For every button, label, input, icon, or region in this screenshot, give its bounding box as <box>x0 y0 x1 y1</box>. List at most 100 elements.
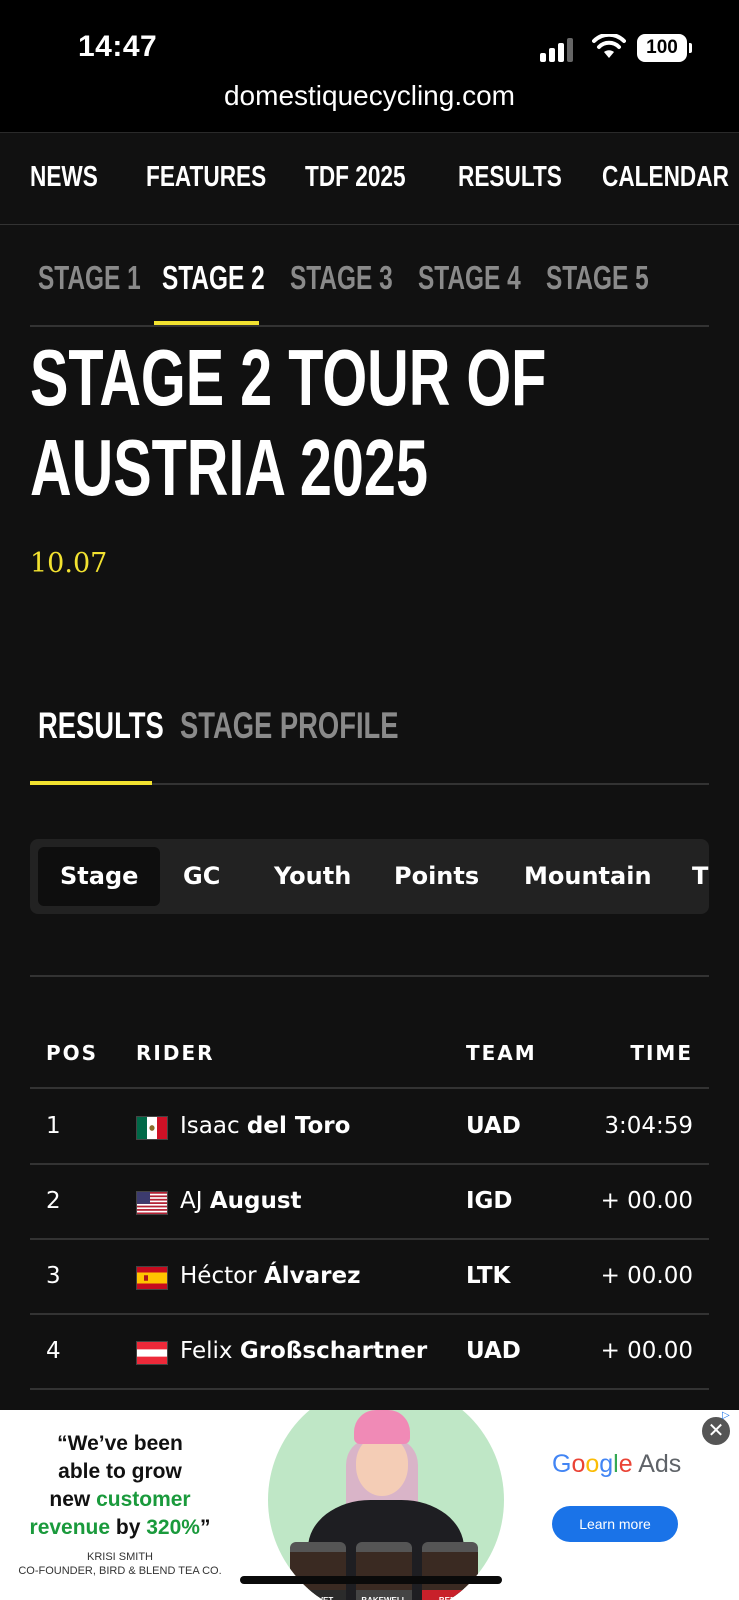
table-row[interactable]: 2 AJ August IGD + 00.00 <box>30 1166 709 1240</box>
jar-label: VELVET <box>290 1590 346 1600</box>
team-code: IGD <box>466 1188 513 1214</box>
ad-quote-line: “We’ve been <box>57 1432 183 1455</box>
usa-flag-icon <box>136 1191 168 1215</box>
rider-name[interactable]: Felix Großschartner <box>180 1338 427 1364</box>
nav-results[interactable]: RESULTS <box>458 161 562 194</box>
page: NEWS FEATURES TDF 2025 RESULTS CALENDAR … <box>0 132 739 1600</box>
header-team: TEAM <box>466 1041 537 1065</box>
team-code: UAD <box>466 1338 521 1364</box>
austria-flag-icon <box>136 1341 168 1365</box>
rider-name[interactable]: Isaac del Toro <box>180 1113 350 1139</box>
rider-first-name: Isaac <box>180 1113 240 1139</box>
rider-time: + 00.00 <box>600 1338 693 1364</box>
clock: 14:47 <box>78 30 158 63</box>
pill-mountain[interactable]: Mountain <box>502 847 674 906</box>
ad-quote-highlight: customer <box>96 1488 191 1511</box>
status-bar: 14:47 100 domestiquecycling.com <box>0 0 739 132</box>
logo-ads-word: Ads <box>632 1450 682 1478</box>
row-pos: 4 <box>46 1338 61 1364</box>
mexico-flag-icon <box>136 1116 168 1140</box>
row-pos: 2 <box>46 1188 61 1214</box>
rider-last-name: Großschartner <box>239 1338 428 1364</box>
row-pos: 1 <box>46 1113 61 1139</box>
tea-jar: BAKEWELL <box>356 1542 412 1600</box>
ad-person-name: KRISI SMITH <box>86 1551 153 1563</box>
classification-pills: Stage GC Youth Points Mountain T <box>30 839 709 914</box>
home-indicator[interactable] <box>240 1576 502 1584</box>
pill-team[interactable]: T <box>670 847 709 906</box>
tab-stage-1[interactable]: STAGE 1 <box>38 259 141 297</box>
learn-more-button[interactable]: Learn more <box>552 1506 678 1542</box>
ad-quote: “We’ve been able to grow new customer re… <box>0 1430 240 1542</box>
ad-photo: VELVET BAKEWELL BEER <box>268 1410 504 1600</box>
ad-quote-line: new <box>49 1488 97 1511</box>
pill-stage[interactable]: Stage <box>38 847 161 906</box>
wifi-icon <box>592 34 626 58</box>
tab-stage-profile[interactable]: STAGE PROFILE <box>180 705 399 747</box>
jar-label: BAKEWELL <box>356 1590 412 1600</box>
ad-attribution: KRISI SMITH CO-FOUNDER, BIRD & BLEND TEA… <box>0 1550 240 1578</box>
pill-gc[interactable]: GC <box>161 847 242 906</box>
person-hat <box>354 1410 410 1444</box>
pill-youth[interactable]: Youth <box>252 847 373 906</box>
nav-features[interactable]: FEATURES <box>146 161 266 194</box>
ad-person-role: CO-FOUNDER, BIRD & BLEND TEA CO. <box>18 1565 222 1577</box>
cellular-signal-icon <box>540 38 578 62</box>
table-row[interactable]: 1 Isaac del Toro UAD 3:04:59 <box>30 1091 709 1165</box>
logo-letter: o <box>585 1450 600 1478</box>
team-code: UAD <box>466 1113 521 1139</box>
battery-nub <box>689 43 692 53</box>
rider-first-name: AJ <box>180 1188 203 1214</box>
nav-tdf-2025[interactable]: TDF 2025 <box>305 161 406 194</box>
tabs-divider <box>30 325 709 327</box>
rider-last-name: del Toro <box>246 1113 351 1139</box>
rider-time: + 00.00 <box>600 1263 693 1289</box>
tab-stage-2[interactable]: STAGE 2 <box>162 259 265 297</box>
rider-last-name: August <box>209 1188 302 1214</box>
ad-quote-line: by <box>110 1516 147 1539</box>
main-nav: NEWS FEATURES TDF 2025 RESULTS CALENDAR <box>0 133 739 225</box>
rider-time: + 00.00 <box>600 1188 693 1214</box>
nav-calendar[interactable]: CALENDAR <box>602 161 729 194</box>
ad-quote-highlight: 320% <box>146 1516 200 1539</box>
tab-stage-3[interactable]: STAGE 3 <box>290 259 393 297</box>
address-bar[interactable]: domestiquecycling.com <box>0 80 739 112</box>
rider-first-name: Héctor <box>180 1263 257 1289</box>
rider-name[interactable]: Héctor Álvarez <box>180 1263 360 1289</box>
page-title: STAGE 2 TOUR OF AUSTRIA 2025 <box>30 333 546 513</box>
rider-time: 3:04:59 <box>604 1113 693 1139</box>
person-face <box>356 1436 408 1496</box>
battery-icon: 100 <box>637 34 687 62</box>
result-tabs: RESULTS STAGE PROFILE <box>30 693 709 785</box>
ad-banner[interactable]: “We’ve been able to grow new customer re… <box>0 1410 739 1600</box>
ad-quote-line: able to grow <box>58 1460 182 1483</box>
logo-letter: G <box>552 1450 572 1478</box>
tab-stage-5[interactable]: STAGE 5 <box>546 259 649 297</box>
header-pos: POS <box>46 1041 99 1065</box>
logo-letter: e <box>618 1450 633 1478</box>
adchoices-icon[interactable]: ▷ <box>722 1410 736 1421</box>
tab-stage-4[interactable]: STAGE 4 <box>418 259 521 297</box>
pill-points[interactable]: Points <box>372 847 501 906</box>
header-rider: RIDER <box>136 1041 215 1065</box>
team-code: LTK <box>466 1263 511 1289</box>
spain-flag-icon <box>136 1266 168 1290</box>
tea-jar: BEER <box>422 1542 478 1600</box>
title-line-1: STAGE 2 TOUR OF <box>30 333 547 422</box>
rider-first-name: Felix <box>180 1338 233 1364</box>
table-row[interactable]: 4 Felix Großschartner UAD + 00.00 <box>30 1316 709 1390</box>
rider-name[interactable]: AJ August <box>180 1188 302 1214</box>
section-divider <box>30 975 709 977</box>
logo-letter: o <box>571 1450 586 1478</box>
ad-quote-highlight: revenue <box>29 1516 111 1539</box>
table-row[interactable]: 3 Héctor Álvarez LTK + 00.00 <box>30 1241 709 1315</box>
table-header: POS RIDER TEAM TIME <box>30 1033 709 1089</box>
active-tab-underline <box>30 781 152 785</box>
stage-date: 10.07 <box>30 548 108 579</box>
ad-quote-line: ” <box>199 1516 211 1539</box>
header-time: TIME <box>630 1041 693 1065</box>
jar-label: BEER <box>422 1590 478 1600</box>
nav-news[interactable]: NEWS <box>30 161 98 194</box>
active-tab-underline <box>154 321 259 325</box>
tab-results[interactable]: RESULTS <box>38 705 164 747</box>
